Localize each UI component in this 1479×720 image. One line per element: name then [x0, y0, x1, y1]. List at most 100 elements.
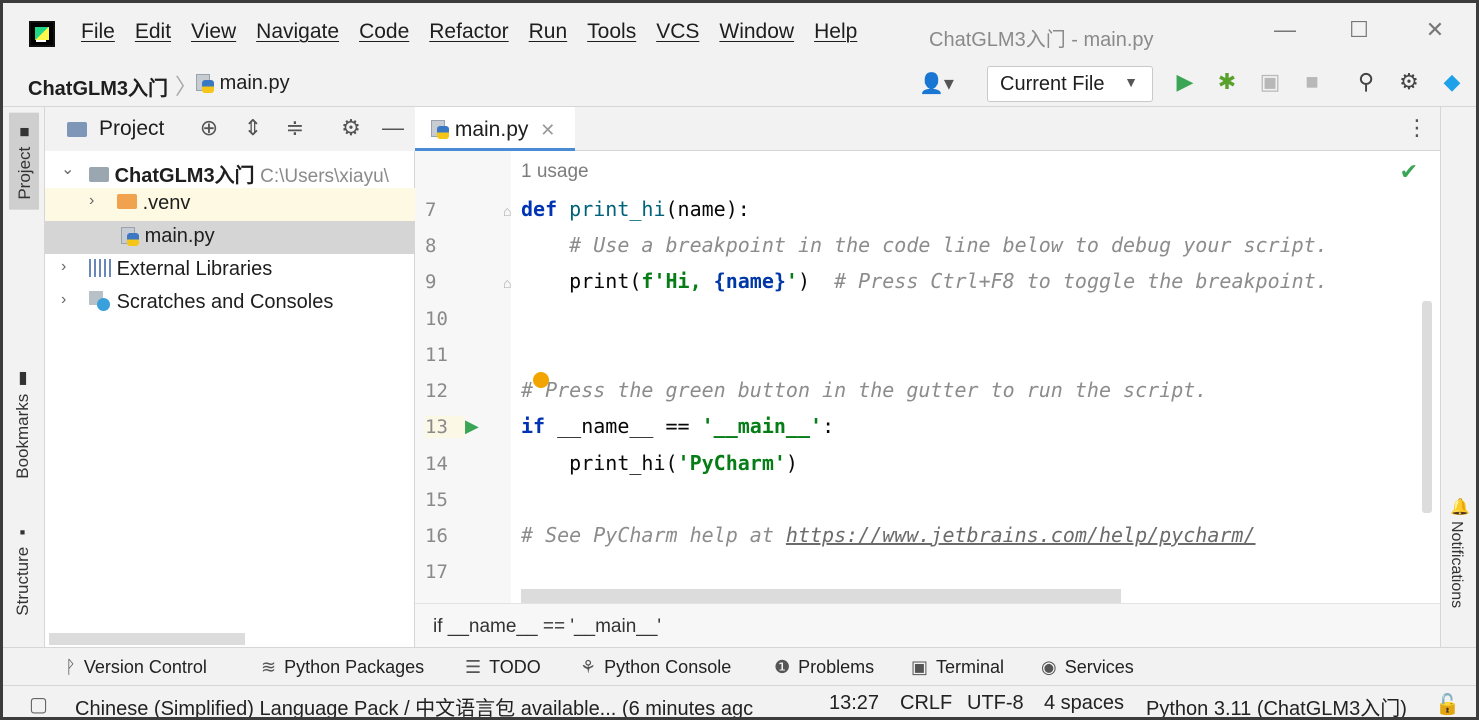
menu-refactor[interactable]: Refactor — [426, 20, 511, 43]
code-line-14: print_hi('PyCharm') — [521, 451, 798, 475]
code-line-7: def print_hi(name): — [521, 197, 750, 221]
line-number: 11 — [425, 344, 448, 366]
search-icon[interactable]: ⚲ — [1351, 69, 1381, 95]
locate-icon[interactable]: ⊕ — [195, 115, 223, 141]
line-number: 15 — [425, 489, 448, 511]
lock-icon[interactable]: 🔓 — [1435, 692, 1460, 717]
run-config-select[interactable]: Current File ▼ — [987, 66, 1153, 102]
tool-terminal[interactable]: ▣ Terminal — [911, 657, 1004, 678]
close-tab-icon[interactable]: ✕ — [540, 120, 555, 140]
project-horizontal-scrollbar[interactable] — [49, 633, 245, 645]
menu-vcs[interactable]: VCS — [653, 20, 702, 43]
menu-window[interactable]: Window — [716, 20, 797, 43]
code-line-16: # See PyCharm help at https://www.jetbra… — [521, 523, 1256, 547]
gutter-run-icon[interactable]: ▶ — [465, 416, 479, 437]
hide-panel-icon[interactable]: — — [379, 115, 407, 141]
run-with-coverage-icon[interactable]: ▣ — [1255, 69, 1285, 95]
menu-tools[interactable]: Tools — [584, 20, 639, 43]
inspection-ok-icon[interactable]: ✔ — [1400, 159, 1418, 185]
indent-setting[interactable]: 4 spaces — [1044, 692, 1124, 715]
intention-bulb-icon[interactable] — [533, 372, 549, 388]
gear-icon[interactable]: ⚙ — [1394, 69, 1424, 95]
gear-icon[interactable]: ⚙ — [337, 115, 365, 141]
python-interpreter[interactable]: Python 3.11 (ChatGLM3入门) — [1146, 692, 1407, 717]
tool-problems[interactable]: ❶ Problems — [774, 657, 874, 678]
tab-bookmarks[interactable]: Bookmarks ▮ — [9, 369, 37, 479]
line-separator[interactable]: CRLF — [900, 692, 952, 715]
close-button[interactable]: ✕ — [1415, 17, 1455, 43]
editor-breadcrumb-label: if __name__ == '__main__' — [433, 616, 662, 637]
status-message[interactable]: Chinese (Simplified) Language Pack / 中文语… — [75, 692, 775, 717]
line-number: 14 — [425, 453, 448, 475]
line-number: 8 — [425, 235, 437, 257]
expand-all-icon[interactable]: ⇕ — [239, 115, 267, 141]
tool-window-bar: ᚹ Version Control ≋ Python Packages ☰ TODO … — [3, 647, 1476, 685]
tool-todo[interactable]: ☰ TODO — [465, 657, 541, 678]
maximize-button[interactable]: ☐ — [1339, 17, 1379, 43]
usage-hint[interactable]: 1 usage — [521, 161, 589, 183]
menu-navigate[interactable]: Navigate — [253, 20, 342, 43]
editor-horizontal-scrollbar[interactable] — [521, 589, 1121, 603]
tool-version-control[interactable]: ᚹ Version Control — [65, 657, 207, 678]
chevron-right-icon: › — [61, 258, 67, 275]
tree-item-external-libraries[interactable]: › External Libraries — [45, 254, 415, 287]
run-icon[interactable]: ▶ — [1170, 69, 1200, 95]
tab-structure-label: Structure — [13, 546, 32, 616]
tree-item-label: ChatGLM3入门 — [114, 165, 255, 187]
tool-python-console[interactable]: ⚘ Python Console — [580, 657, 731, 678]
editor-area: main.py ✕ ⋮ 7 8 9 10 11 12 13 14 15 16 1… — [415, 107, 1440, 647]
file-encoding[interactable]: UTF-8 — [967, 692, 1024, 715]
tree-item-project-root[interactable]: ⌄ ChatGLM3入门 C:\Users\xiayu\ — [45, 155, 415, 188]
menu-code[interactable]: Code — [356, 20, 412, 43]
tab-project-label: Project — [15, 146, 34, 200]
editor-vertical-scrollbar[interactable] — [1422, 301, 1432, 513]
main-menu: File Edit View Navigate Code Refactor Run Tools… — [71, 20, 867, 44]
tab-structure[interactable]: Structure ▪ — [9, 523, 37, 616]
project-panel-title[interactable]: Project — [99, 117, 164, 141]
tree-item-main-py[interactable]: main.py — [45, 221, 415, 254]
title-bar: File Edit View Navigate Code Refactor Run Tools… — [3, 3, 1476, 63]
code-line-12: # Press the green button in the gutter t… — [521, 378, 1208, 402]
collapse-all-icon[interactable]: ≑ — [281, 115, 309, 141]
window-title: ChatGLM3入门 - main.py — [929, 29, 1154, 51]
menu-view[interactable]: View — [188, 20, 239, 43]
problems-icon: ❶ — [774, 657, 791, 677]
bell-icon[interactable]: 🔔 — [1450, 497, 1470, 517]
help-link[interactable]: https://www.jetbrains.com/help/pycharm/ — [786, 523, 1256, 547]
code-with-me-icon[interactable]: ◆ — [1437, 69, 1467, 95]
breadcrumb-project[interactable]: ChatGLM3入门 — [28, 72, 168, 101]
toggle-tool-windows-icon[interactable]: ▢ — [29, 692, 48, 717]
tab-project[interactable]: Project ■ — [9, 113, 39, 210]
library-icon — [89, 258, 111, 277]
code-editor[interactable]: 1 usage ✔ def print_hi(name): # Use a br… — [511, 151, 1440, 603]
tab-notifications[interactable]: Notifications — [1447, 521, 1465, 608]
project-view-icon — [67, 122, 87, 137]
services-icon: ◉ — [1041, 657, 1057, 677]
menu-run[interactable]: Run — [526, 20, 571, 43]
folder-icon — [117, 194, 137, 210]
editor-gutter: 7 8 9 10 11 12 13 14 15 16 17 ▶ ⌂ ⌂ — [415, 151, 511, 603]
tab-main-py[interactable]: main.py ✕ — [415, 107, 575, 151]
breadcrumb-file[interactable]: main.py — [196, 72, 290, 95]
tree-item-scratches[interactable]: › Scratches and Consoles — [45, 287, 415, 320]
tool-python-packages[interactable]: ≋ Python Packages — [261, 657, 424, 678]
menu-help[interactable]: Help — [811, 20, 860, 43]
navigation-bar: ChatGLM3入门 〉 main.py 👤▾ Current File ▼ ▶… — [3, 63, 1476, 107]
line-number: 9 — [425, 271, 437, 293]
minimize-button[interactable]: — — [1265, 17, 1305, 43]
debug-icon[interactable]: ✱ — [1212, 69, 1242, 95]
stop-icon[interactable]: ■ — [1297, 69, 1327, 95]
more-options-icon[interactable]: ⋮ — [1406, 115, 1428, 141]
left-tool-strip: Project ■ Bookmarks ▮ Structure ▪ — [3, 107, 45, 647]
caret-position[interactable]: 13:27 — [829, 692, 879, 715]
menu-edit[interactable]: Edit — [132, 20, 174, 43]
user-icon[interactable]: 👤▾ — [919, 71, 954, 96]
chevron-right-icon: › — [61, 291, 67, 308]
menu-file[interactable]: File — [78, 20, 118, 43]
breadcrumb-separator-icon: 〉 — [175, 74, 198, 99]
editor-breadcrumb[interactable]: if __name__ == '__main__' — [415, 603, 1440, 647]
tree-item-venv[interactable]: › .venv — [45, 188, 415, 221]
tool-services[interactable]: ◉ Services — [1041, 657, 1134, 678]
breadcrumb-file-label: main.py — [219, 72, 290, 94]
layers-icon: ≋ — [261, 657, 277, 677]
